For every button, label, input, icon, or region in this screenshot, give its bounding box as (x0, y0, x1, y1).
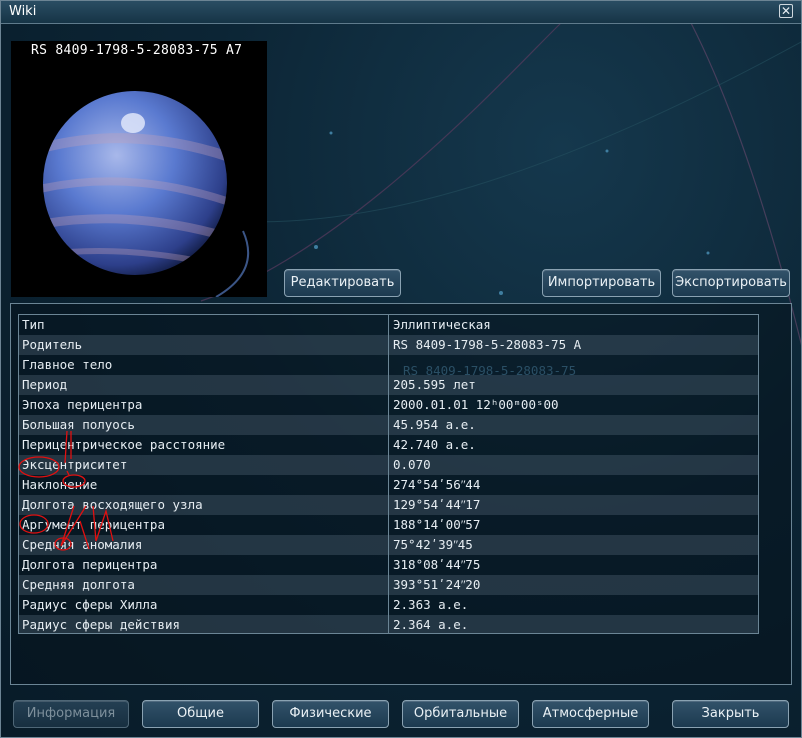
object-name: RS 8409-1798-5-28083-75 A7 (31, 43, 243, 58)
row-label: Период (22, 377, 68, 392)
row-label: Главное тело (22, 357, 113, 372)
row-label: Родитель (22, 337, 83, 352)
row-label: Радиус сферы действия (22, 617, 181, 632)
wiki-window: Wiki ✕ RS 8409-1798-5-28083-75 A7 Редакт… (0, 0, 802, 738)
row-value: 393°51ʹ24ʺ20 (393, 577, 481, 592)
row-value: 42.740 а.е. (393, 437, 476, 452)
row-value: 75°42ʹ39ʺ45 (393, 537, 473, 552)
row-label: Перицентрическое расстояние (22, 437, 226, 452)
orbital-parameters-table: Тип Эллиптическая Родитель RS 8409-1798-5-… (18, 314, 759, 634)
planet-preview: RS 8409-1798-5-28083-75 A7 (11, 41, 267, 297)
row-value: 318°08ʹ44ʺ75 (393, 557, 481, 572)
row-value: 2.363 а.е. (393, 597, 469, 612)
tab-general[interactable]: Общие (142, 700, 259, 728)
row-value: 205.595 лет (393, 377, 476, 392)
tab-physical[interactable]: Физические (272, 700, 389, 728)
row-label: Эпоха перицентра (22, 397, 143, 412)
row-label: Аргумент перицентра (22, 517, 165, 532)
planet-image (43, 91, 250, 297)
row-label: Радиус сферы Хилла (22, 597, 158, 612)
row-value: 188°14ʹ00ʺ57 (393, 517, 481, 532)
row-value: RS 8409-1798-5-28083-75 A (393, 337, 582, 352)
close-icon[interactable]: ✕ (779, 4, 793, 18)
row-value: 2000.01.01 12ʰ00ᵐ00ˢ00 (393, 397, 559, 412)
row-label: Эксцентриситет (22, 457, 128, 472)
row-value: 129°54ʹ44ʺ17 (393, 497, 481, 512)
tab-orbital[interactable]: Орбитальные (402, 700, 519, 728)
row-label: Долгота перицентра (22, 557, 158, 572)
row-label: Средняя аномалия (22, 537, 143, 552)
title-bar: Wiki ✕ (1, 1, 801, 24)
row-value: Эллиптическая (393, 317, 491, 332)
row-value: 274°54ʹ56ʺ44 (393, 477, 481, 492)
row-value: 2.364 а.е. (393, 617, 469, 632)
tab-atmospheric[interactable]: Атмосферные (532, 700, 649, 728)
row-label: Долгота восходящего узла (22, 497, 203, 512)
edit-button[interactable]: Редактировать (284, 269, 401, 297)
row-label: Наклонение (22, 477, 98, 492)
row-value: 0.070 (393, 457, 431, 472)
ghost-label: RS 8409-1798-5-28083-75 (403, 363, 577, 378)
tab-info[interactable]: Информация (13, 700, 129, 728)
row-value: 45.954 а.е. (393, 417, 476, 432)
row-label: Средняя долгота (22, 577, 135, 592)
row-label: Большая полуось (22, 417, 135, 432)
row-label: Тип (22, 317, 45, 332)
window-title: Wiki (9, 4, 37, 19)
export-button[interactable]: Экспортировать (672, 269, 790, 297)
import-button[interactable]: Импортировать (542, 269, 661, 297)
close-button[interactable]: Закрыть (672, 700, 789, 728)
column-divider (388, 315, 389, 633)
